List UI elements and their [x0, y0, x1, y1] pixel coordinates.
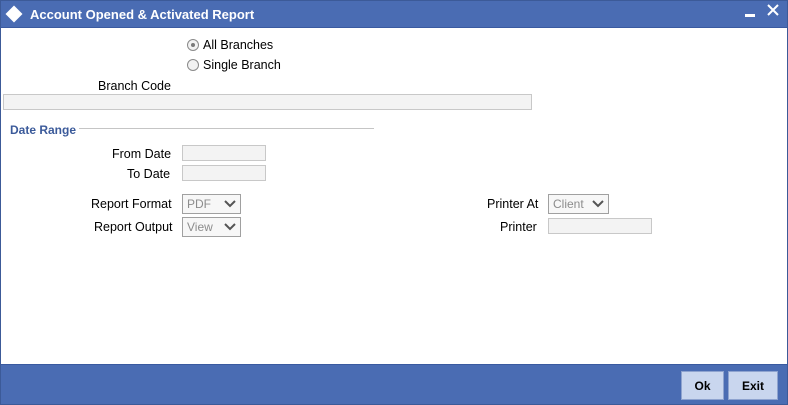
from-date-label: From Date [112, 147, 172, 161]
branch-code-field[interactable] [3, 94, 532, 110]
to-date-field[interactable] [182, 165, 266, 181]
report-output-label: Report Output [94, 220, 173, 234]
section-divider [79, 128, 374, 129]
diamond-icon [5, 5, 23, 23]
printer-at-value: Client [553, 197, 584, 211]
printer-label: Printer [500, 220, 537, 234]
radio-checked-icon [187, 39, 199, 51]
printer-field[interactable] [548, 218, 652, 234]
printer-at-label: Printer At [487, 197, 539, 211]
single-branch-label: Single Branch [203, 58, 281, 72]
chevron-down-icon [224, 223, 236, 231]
report-output-value: View [187, 220, 213, 234]
chevron-down-icon [224, 200, 236, 208]
chevron-down-icon [592, 200, 604, 208]
report-format-label: Report Format [91, 197, 172, 211]
title-bar: Account Opened & Activated Report [1, 1, 787, 28]
from-date-field[interactable] [182, 145, 266, 161]
exit-button[interactable]: Exit [728, 371, 778, 400]
radio-unchecked-icon [187, 59, 199, 71]
date-range-heading: Date Range [10, 123, 77, 137]
all-branches-radio[interactable]: All Branches [187, 38, 273, 52]
ok-button[interactable]: Ok [681, 371, 724, 400]
printer-at-select[interactable]: Client [548, 194, 609, 214]
single-branch-radio[interactable]: Single Branch [187, 58, 281, 72]
form-content: All Branches Single Branch Branch Code D… [1, 28, 787, 364]
footer-bar: Ok Exit [1, 364, 787, 404]
window-title: Account Opened & Activated Report [30, 7, 255, 22]
minimize-icon [745, 14, 755, 17]
close-button[interactable] [767, 3, 779, 20]
report-output-select[interactable]: View [182, 217, 241, 237]
minimize-button[interactable] [745, 5, 755, 22]
report-format-value: PDF [187, 197, 211, 211]
all-branches-label: All Branches [203, 38, 274, 52]
report-format-select[interactable]: PDF [182, 194, 241, 214]
report-window: Account Opened & Activated Report All Br… [0, 0, 788, 405]
branch-code-label: Branch Code [98, 79, 171, 93]
close-icon [767, 4, 779, 16]
to-date-label: To Date [127, 167, 171, 181]
